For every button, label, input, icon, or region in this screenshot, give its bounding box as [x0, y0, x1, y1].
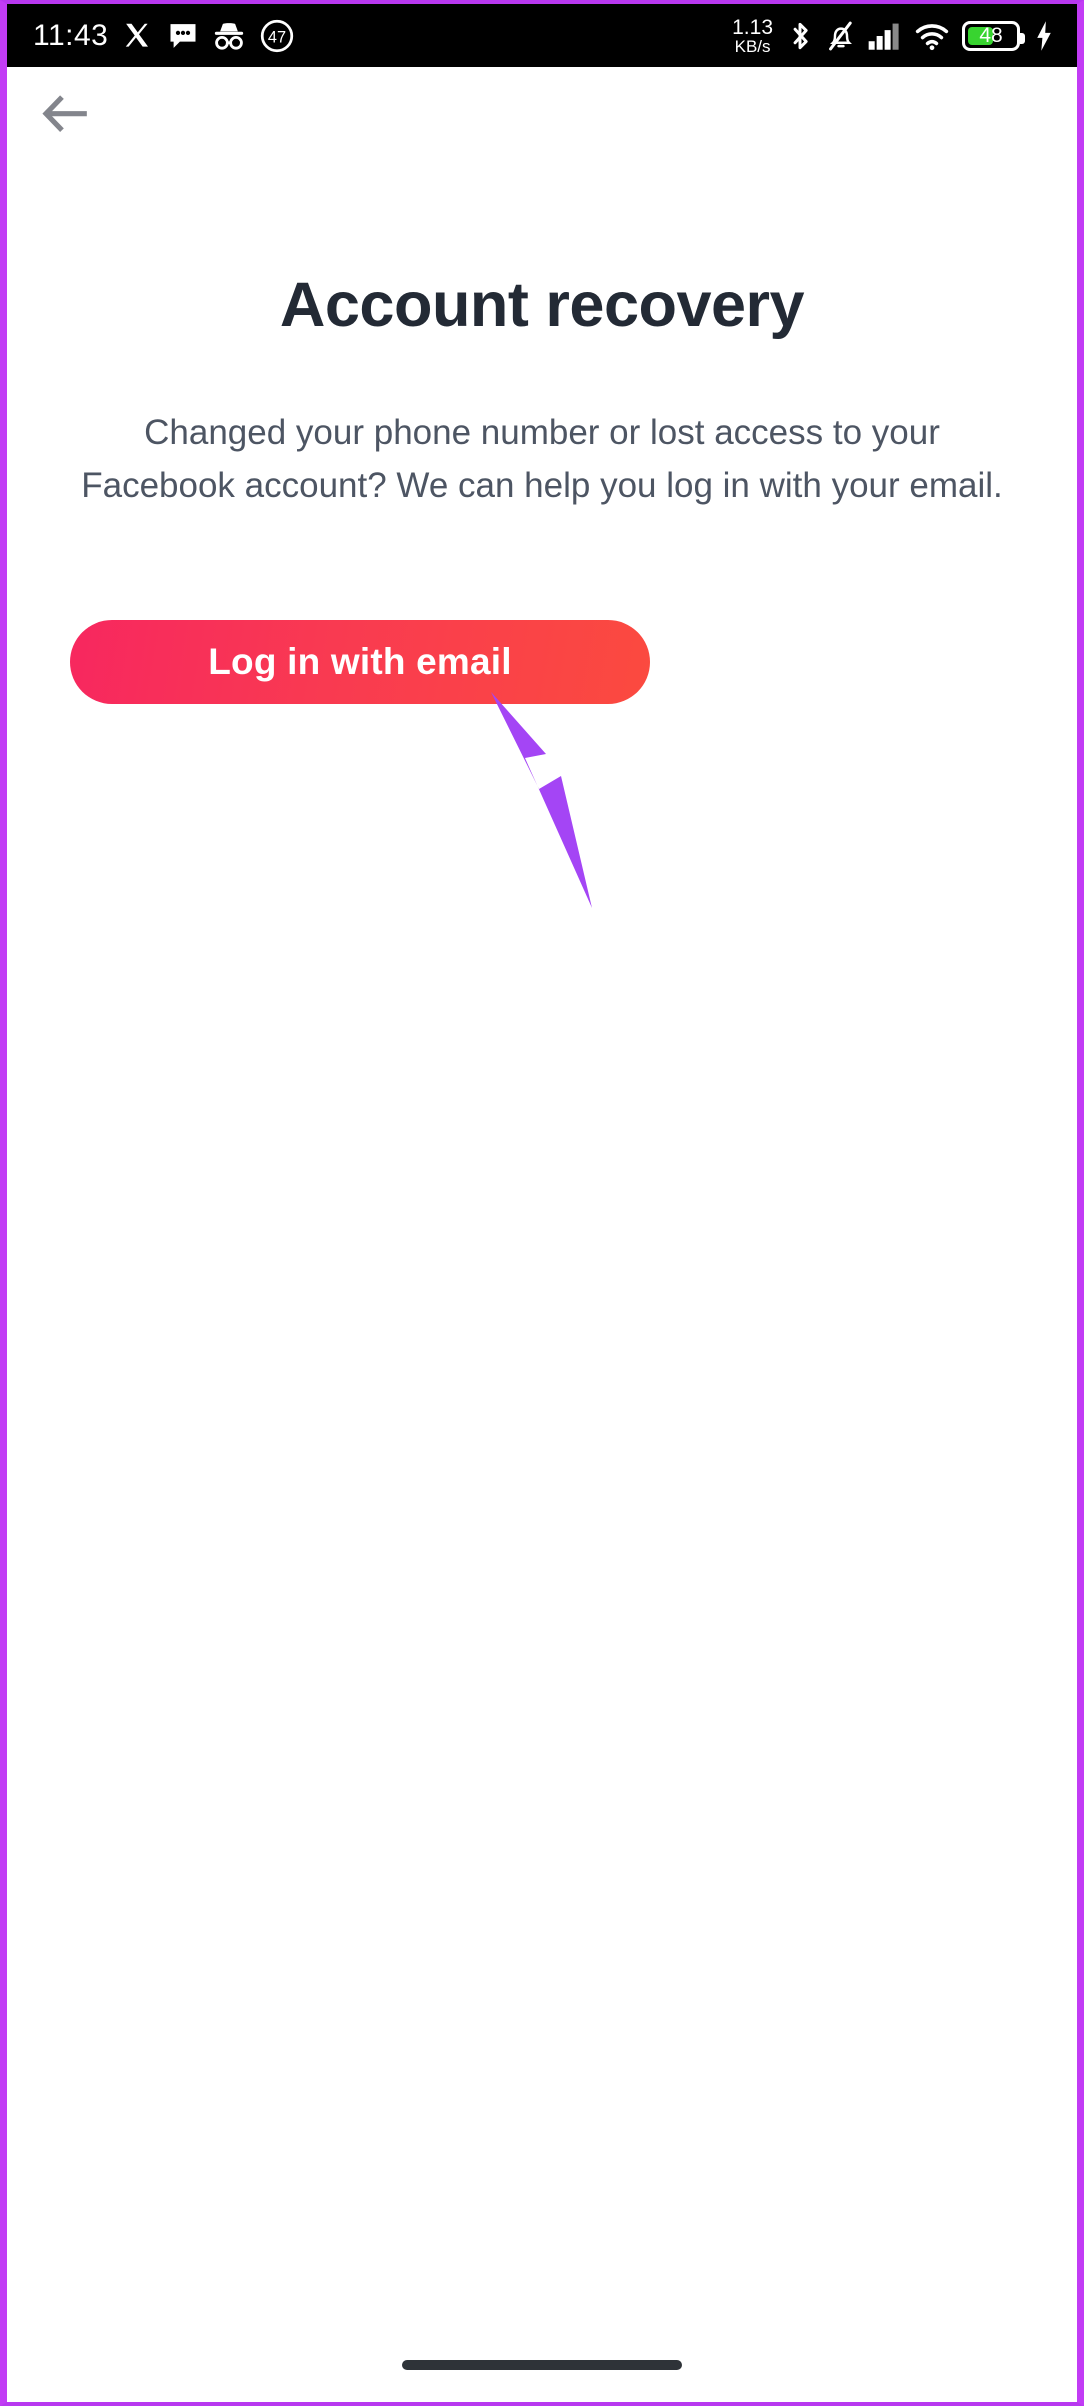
charging-bolt-icon	[1033, 20, 1055, 52]
messages-icon	[168, 22, 198, 50]
back-arrow-icon	[41, 93, 91, 140]
battery-indicator: 48	[962, 20, 1025, 51]
status-bar-clock: 11:43	[33, 18, 109, 52]
network-speed-indicator: 1.13 KB/s	[732, 17, 773, 55]
network-speed-unit: KB/s	[734, 36, 771, 56]
battery-percent: 48	[979, 24, 1003, 47]
page-description: Changed your phone number or lost access…	[81, 413, 1003, 506]
bell-muted-icon	[827, 20, 855, 52]
incognito-icon	[213, 21, 245, 51]
bluetooth-icon	[786, 20, 814, 52]
log-in-with-email-button[interactable]: Log in with email	[70, 620, 650, 704]
status-bar-right-group: 1.13 KB/s 48	[732, 17, 1055, 55]
back-button[interactable]	[31, 81, 101, 151]
wifi-icon	[915, 21, 949, 51]
phone-screen: 11:43 47 1.13 KB/s 48 Account recovery C…	[0, 0, 1084, 2406]
timer-badge-icon: 47	[260, 19, 294, 53]
status-bar: 11:43 47 1.13 KB/s 48	[7, 4, 1077, 67]
network-speed-value: 1.13	[732, 15, 773, 39]
timer-badge-value: 47	[268, 28, 286, 46]
status-bar-left-group: 11:43 47	[33, 19, 294, 53]
x-twitter-icon	[123, 21, 153, 51]
page-title: Account recovery	[279, 270, 805, 340]
signal-bars-icon	[868, 21, 902, 51]
home-gesture-bar[interactable]	[402, 2360, 682, 2370]
log-in-with-email-label: Log in with email	[208, 641, 512, 682]
annotation-arrow-icon	[477, 676, 607, 916]
app-bar	[7, 67, 1077, 162]
